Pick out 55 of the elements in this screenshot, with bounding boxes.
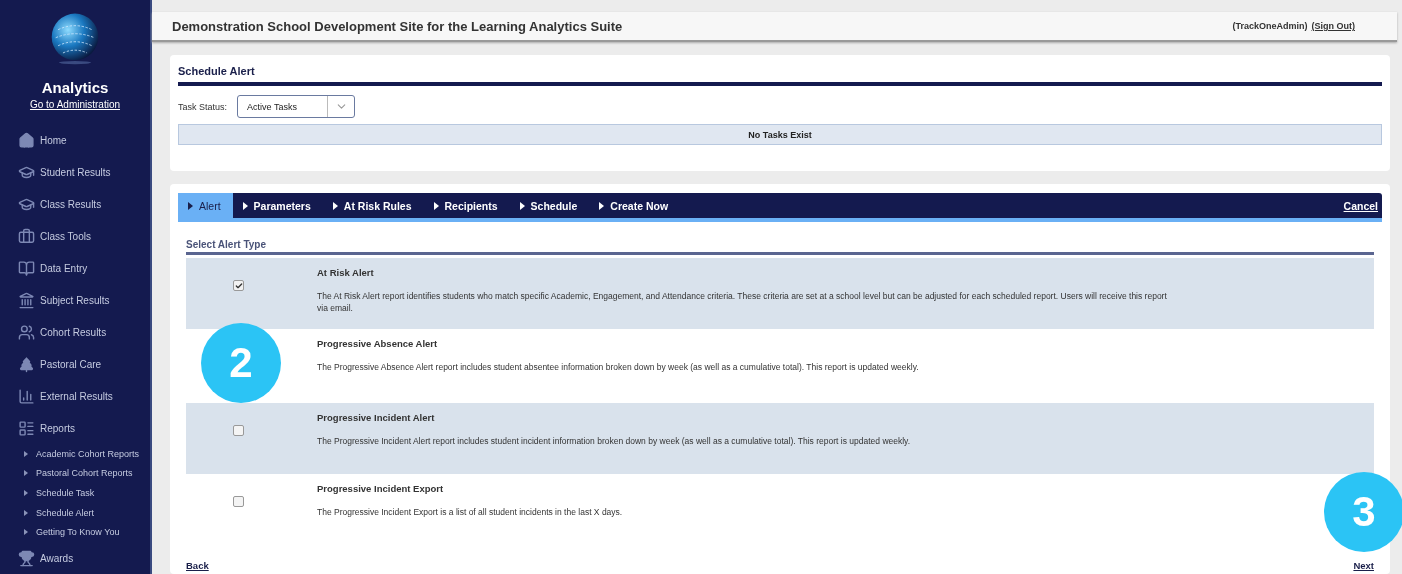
alert-description: The Progressive Absence Alert report includes student absentee information broken down by week (as well as a cumulative total). This report is updated weekly. xyxy=(317,361,920,373)
nav-item[interactable]: Data Entry xyxy=(18,252,150,285)
checkbox[interactable] xyxy=(233,496,244,507)
nav-item[interactable]: Home xyxy=(18,124,150,157)
nav-subitem[interactable]: Pastoral Cohort Reports xyxy=(18,463,150,484)
app-title: Analytics xyxy=(40,79,110,97)
user-name: (TrackOneAdmin) xyxy=(1232,21,1308,31)
alert-description: The Progressive Incident Alert report includes student incident information broken down by week (as well as a cumulative total). This report is updated weekly. xyxy=(317,435,912,447)
wizard-tab[interactable]: Alert xyxy=(178,193,233,218)
status-dropdown[interactable]: Active Tasks xyxy=(237,95,356,118)
site-title: Demonstration School Development Site for the Learning Analytics Suite xyxy=(172,18,624,34)
nav-item[interactable]: Class Results xyxy=(18,188,150,221)
nav-subitem[interactable]: Academic Cohort Reports xyxy=(18,444,150,464)
alert-title: At Risk Alert xyxy=(317,267,375,278)
nav-item[interactable]: External Results xyxy=(18,380,150,413)
nav-icon xyxy=(18,419,35,437)
nav-subitem[interactable]: Getting To Know You xyxy=(18,522,150,542)
field-label: Task Status: xyxy=(178,101,228,112)
nav-icon xyxy=(18,355,35,373)
nav-icon xyxy=(18,387,35,405)
nav-item[interactable]: Student Results xyxy=(18,156,150,189)
wizard-tab[interactable]: Schedule xyxy=(509,193,590,218)
nav-item[interactable]: Pastoral Care xyxy=(18,348,150,381)
nav-item[interactable]: Cohort Results xyxy=(18,316,150,349)
alert-description: The Progressive Incident Export is a list of all student incidents in the last X days. xyxy=(317,506,624,518)
alert-title: Progressive Absence Alert xyxy=(317,338,439,349)
sign-out-link[interactable]: (Sign Out) xyxy=(1311,21,1355,31)
administration-link[interactable]: Go to Administration xyxy=(29,99,120,111)
wizard-tab[interactable]: At Risk Rules xyxy=(322,193,424,218)
nav-item[interactable]: Awards xyxy=(18,542,150,574)
alert-description: The At Risk Alert report identifies students who match specific Academic, Engagement, and Attendance criteria. These criteria are set at a school level but can be adjusted for each scheduled report. Users will receive this report via email. xyxy=(317,290,1168,314)
nav-item[interactable]: Reports xyxy=(18,412,150,445)
nav-subitem[interactable]: Schedule Task xyxy=(18,483,150,503)
nav-subitem[interactable]: Schedule Alert xyxy=(18,502,150,523)
nav-icon xyxy=(18,227,35,245)
wizard-tab[interactable]: Create Now xyxy=(589,193,681,218)
empty-notice: No Tasks Exist xyxy=(178,124,1382,145)
back-link[interactable]: Back xyxy=(186,560,209,574)
nav-icon xyxy=(18,291,35,309)
alert-title: Progressive Incident Export xyxy=(317,483,445,494)
checkbox[interactable] xyxy=(233,425,244,436)
cancel-link[interactable]: Cancel xyxy=(1343,199,1378,212)
section-title: Select Alert Type xyxy=(186,239,1374,255)
nav-icon xyxy=(18,131,35,149)
checkbox[interactable] xyxy=(233,280,244,291)
nav-icon xyxy=(18,549,35,567)
next-link[interactable]: Next xyxy=(1353,560,1374,574)
nav-icon xyxy=(18,259,35,277)
wizard-tab[interactable]: Parameters xyxy=(232,193,323,218)
nav-icon xyxy=(18,323,35,341)
nav-item[interactable]: Class Tools xyxy=(18,220,150,253)
wizard-tab[interactable]: Recipients xyxy=(423,193,510,218)
nav-item[interactable]: Subject Results xyxy=(18,284,150,317)
alert-title: Progressive Incident Alert xyxy=(317,412,436,423)
panel-title: Schedule Alert xyxy=(178,65,1382,86)
